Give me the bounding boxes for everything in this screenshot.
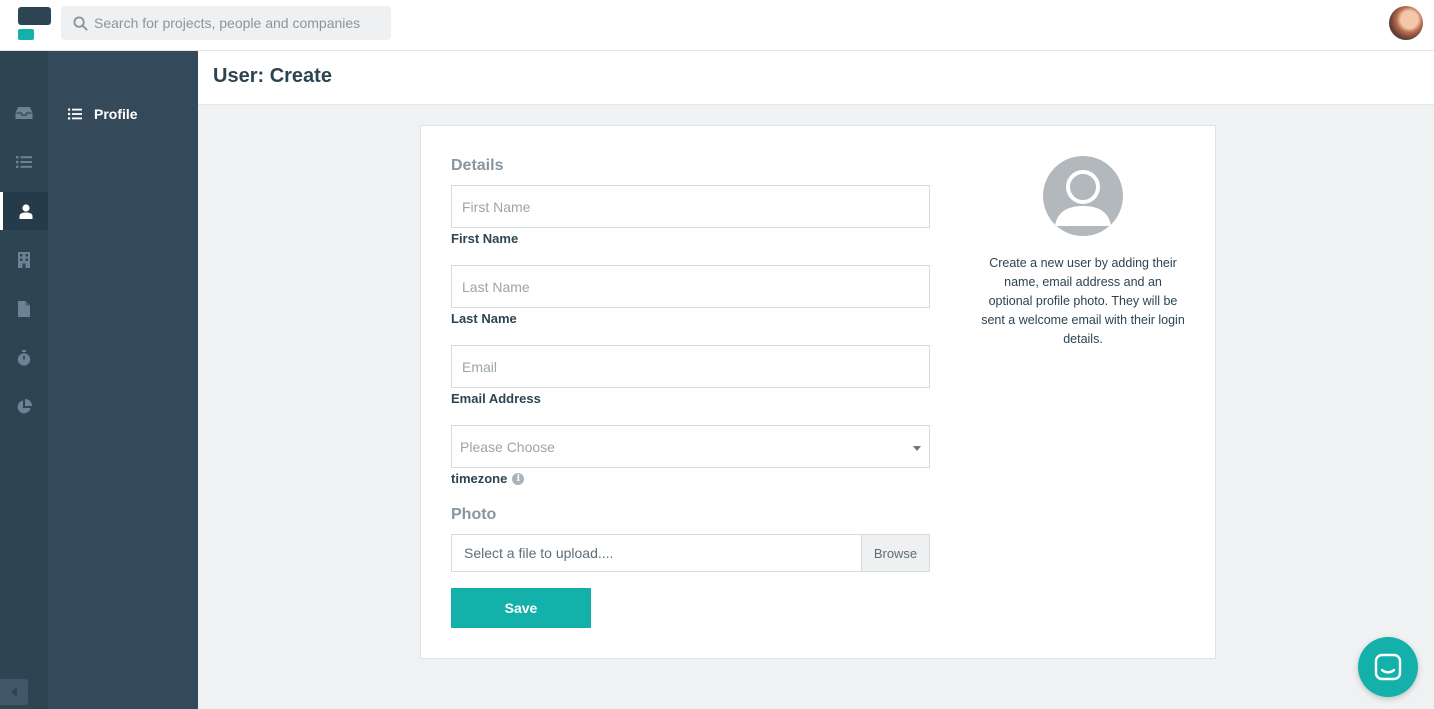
logo-shape-top — [18, 7, 51, 25]
chat-icon — [1374, 653, 1402, 681]
secondary-nav: Profile — [48, 51, 198, 709]
help-text: Create a new user by adding their name, … — [981, 256, 1185, 346]
first-name-field[interactable] — [451, 185, 930, 228]
logo-shape-bottom — [18, 29, 34, 40]
first-name-input[interactable] — [452, 186, 929, 227]
file-upload-placeholder[interactable]: Select a file to upload.... — [452, 535, 861, 571]
icon-rail — [0, 51, 48, 709]
details-section-title: Details — [451, 157, 504, 174]
last-name-field[interactable] — [451, 265, 930, 308]
list-icon — [16, 156, 32, 169]
email-address-label: Email Address — [451, 391, 541, 406]
subnav-item-profile[interactable]: Profile — [68, 106, 138, 122]
collapse-sidebar-button[interactable] — [0, 679, 28, 705]
email-input[interactable] — [452, 346, 929, 387]
photo-section-title: Photo — [451, 506, 497, 523]
last-name-label: Last Name — [451, 311, 517, 326]
timezone-label: timezone — [451, 471, 508, 486]
pie-chart-icon — [17, 399, 32, 414]
timezone-select[interactable]: Please Choose — [451, 425, 930, 468]
last-name-input[interactable] — [452, 266, 929, 307]
inbox-icon — [15, 107, 33, 119]
email-field[interactable] — [451, 345, 930, 388]
rail-people[interactable] — [0, 192, 48, 230]
rail-time[interactable] — [0, 339, 48, 377]
timezone-selected-value: Please Choose — [460, 438, 555, 455]
search-bar[interactable] — [61, 6, 391, 40]
rail-projects[interactable] — [0, 143, 48, 181]
user-create-card: Details First Name Last Name Email Addre… — [420, 125, 1216, 659]
rail-reports[interactable] — [0, 388, 48, 426]
default-avatar-icon — [1043, 156, 1123, 236]
list-icon — [68, 108, 82, 120]
user-icon — [19, 203, 32, 219]
caret-left-icon — [11, 687, 17, 697]
chat-launcher-button[interactable] — [1358, 637, 1418, 697]
stopwatch-icon — [17, 350, 31, 366]
caret-down-icon — [913, 445, 921, 451]
info-icon[interactable]: i — [512, 472, 525, 485]
page-title: User: Create — [213, 65, 332, 87]
first-name-label: First Name — [451, 231, 519, 246]
file-upload[interactable]: Select a file to upload.... Browse — [451, 534, 930, 572]
search-icon — [73, 15, 88, 31]
rail-inbox[interactable] — [0, 94, 48, 132]
rail-companies[interactable] — [0, 241, 48, 279]
browse-button[interactable]: Browse — [861, 535, 929, 571]
rail-documents[interactable] — [0, 290, 48, 328]
help-panel: Create a new user by adding their name, … — [981, 156, 1185, 349]
top-bar — [0, 0, 1434, 51]
app-logo[interactable] — [18, 7, 52, 41]
subnav-item-label: Profile — [94, 106, 138, 122]
timezone-label-row: timezone i — [451, 471, 525, 486]
user-avatar[interactable] — [1389, 6, 1423, 40]
building-icon — [18, 252, 30, 268]
save-button[interactable]: Save — [451, 588, 591, 628]
page-header: User: Create — [198, 51, 1434, 105]
file-icon — [18, 301, 30, 317]
search-input[interactable] — [94, 15, 384, 31]
